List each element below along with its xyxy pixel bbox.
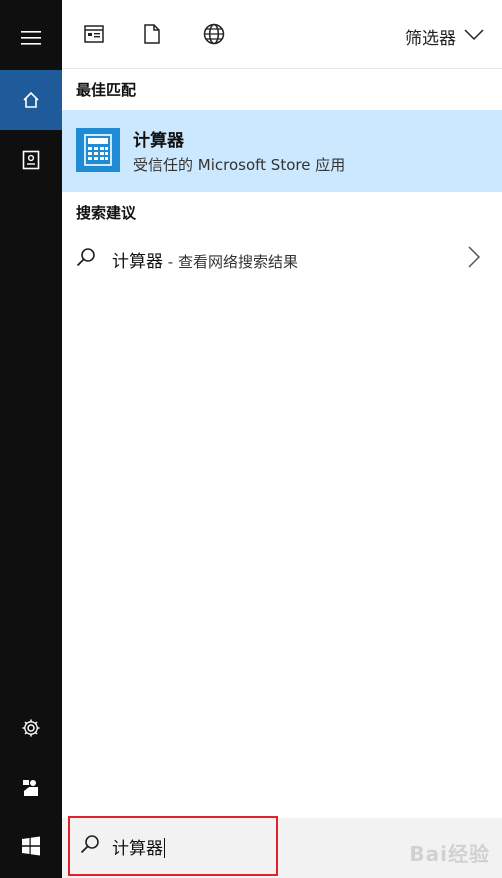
suggestions-heading: 搜索建议 xyxy=(76,204,137,222)
left-rail xyxy=(0,0,62,878)
watermark: Bai经验 xyxy=(409,842,490,866)
suggestion-suffix: - 查看网络搜索结果 xyxy=(163,253,298,271)
home-button[interactable] xyxy=(0,70,62,130)
best-match-result[interactable]: 计算器 受信任的 Microsoft Store 应用 xyxy=(62,110,502,192)
best-match-app-subtitle: 受信任的 Microsoft Store 应用 xyxy=(133,156,346,174)
windows-start-icon xyxy=(21,836,41,860)
documents-filter-button[interactable] xyxy=(138,22,166,50)
notebook-button[interactable] xyxy=(0,130,62,190)
filter-dropdown[interactable]: 筛选器 xyxy=(405,24,484,49)
documents-icon xyxy=(144,24,160,48)
menu-icon xyxy=(21,31,41,45)
settings-icon xyxy=(21,718,41,738)
feedback-icon xyxy=(21,778,41,798)
apps-filter-button[interactable] xyxy=(80,22,108,50)
feedback-button[interactable] xyxy=(0,758,62,818)
menu-button[interactable] xyxy=(0,8,62,68)
search-icon xyxy=(80,834,100,858)
chevron-right-icon[interactable] xyxy=(468,246,481,272)
search-input[interactable]: 计算器 xyxy=(68,816,278,876)
home-icon xyxy=(21,90,41,110)
taskbar-search-bar: 计算器 Bai经验 xyxy=(62,816,502,878)
filter-label: 筛选器 xyxy=(405,28,456,49)
settings-button[interactable] xyxy=(0,698,62,758)
best-match-app-name: 计算器 xyxy=(133,131,184,151)
search-query: 计算器 xyxy=(112,834,165,859)
suggestion-term: 计算器 xyxy=(112,252,163,272)
chevron-down-icon xyxy=(464,26,484,46)
search-query-text: 计算器 xyxy=(112,839,163,859)
apps-icon xyxy=(84,25,104,47)
web-suggestion-item[interactable]: 计算器 - 查看网络搜索结果 xyxy=(62,236,502,280)
search-results-panel: 筛选器 最佳匹配 计算器 受信任的 Microsoft Store 应用 搜索建… xyxy=(62,0,502,818)
text-caret xyxy=(164,838,165,858)
search-icon xyxy=(76,247,96,271)
web-icon xyxy=(203,23,225,49)
search-filter-bar: 筛选器 xyxy=(62,0,502,69)
calculator-app-icon xyxy=(76,128,120,172)
suggestion-text: 计算器 - 查看网络搜索结果 xyxy=(112,247,298,272)
web-filter-button[interactable] xyxy=(200,22,228,50)
best-match-heading: 最佳匹配 xyxy=(76,81,137,99)
start-button[interactable] xyxy=(0,818,62,878)
notebook-icon xyxy=(22,150,40,170)
